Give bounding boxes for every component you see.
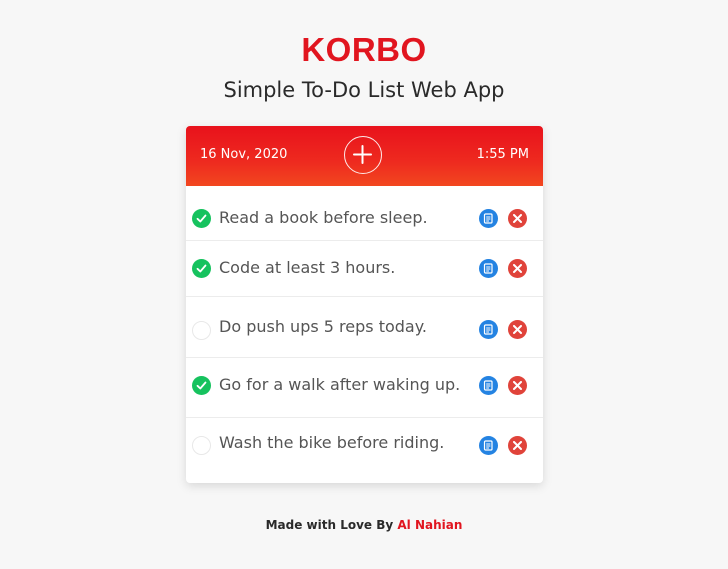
close-icon[interactable] [508, 320, 527, 339]
add-todo-button[interactable] [344, 136, 382, 174]
todo-text: Code at least 3 hours. [219, 258, 396, 277]
unchecked-circle-icon[interactable] [192, 436, 211, 455]
todo-header: 16 Nov, 2020 1:55 PM [186, 126, 543, 186]
todo-item: Read a book before sleep. [186, 186, 543, 241]
header-time: 1:55 PM [476, 147, 529, 162]
todo-item: Do push ups 5 reps today. [186, 297, 543, 358]
app-logo: KORBO [301, 31, 427, 68]
checked-circle-icon[interactable] [192, 376, 211, 395]
todo-text: Wash the bike before riding. [219, 433, 445, 452]
edit-icon[interactable] [479, 376, 498, 395]
edit-icon[interactable] [479, 436, 498, 455]
app-subtitle: Simple To-Do List Web App [223, 78, 505, 102]
close-icon[interactable] [508, 376, 527, 395]
todo-text: Go for a walk after waking up. [219, 375, 461, 394]
todo-text: Do push ups 5 reps today. [219, 317, 427, 336]
plus-icon [353, 145, 372, 164]
footer-credit: Made with Love By Al Nahian [0, 517, 728, 533]
todo-item: Code at least 3 hours. [186, 241, 543, 297]
footer-author: Al Nahian [397, 518, 463, 532]
todo-card: 16 Nov, 2020 1:55 PM Read a book before … [186, 126, 543, 483]
todo-item: Wash the bike before riding. [186, 418, 543, 483]
header-date: 16 Nov, 2020 [200, 147, 288, 162]
unchecked-circle-icon[interactable] [192, 321, 211, 340]
close-icon[interactable] [508, 259, 527, 278]
checked-circle-icon[interactable] [192, 259, 211, 278]
close-icon[interactable] [508, 209, 527, 228]
edit-icon[interactable] [479, 209, 498, 228]
todo-item: Go for a walk after waking up. [186, 358, 543, 418]
close-icon[interactable] [508, 436, 527, 455]
checked-circle-icon[interactable] [192, 209, 211, 228]
edit-icon[interactable] [479, 259, 498, 278]
footer-prefix: Made with Love By [265, 518, 398, 532]
todo-list: Read a book before sleep. Code at least … [186, 186, 543, 483]
todo-text: Read a book before sleep. [219, 208, 428, 227]
edit-icon[interactable] [479, 320, 498, 339]
